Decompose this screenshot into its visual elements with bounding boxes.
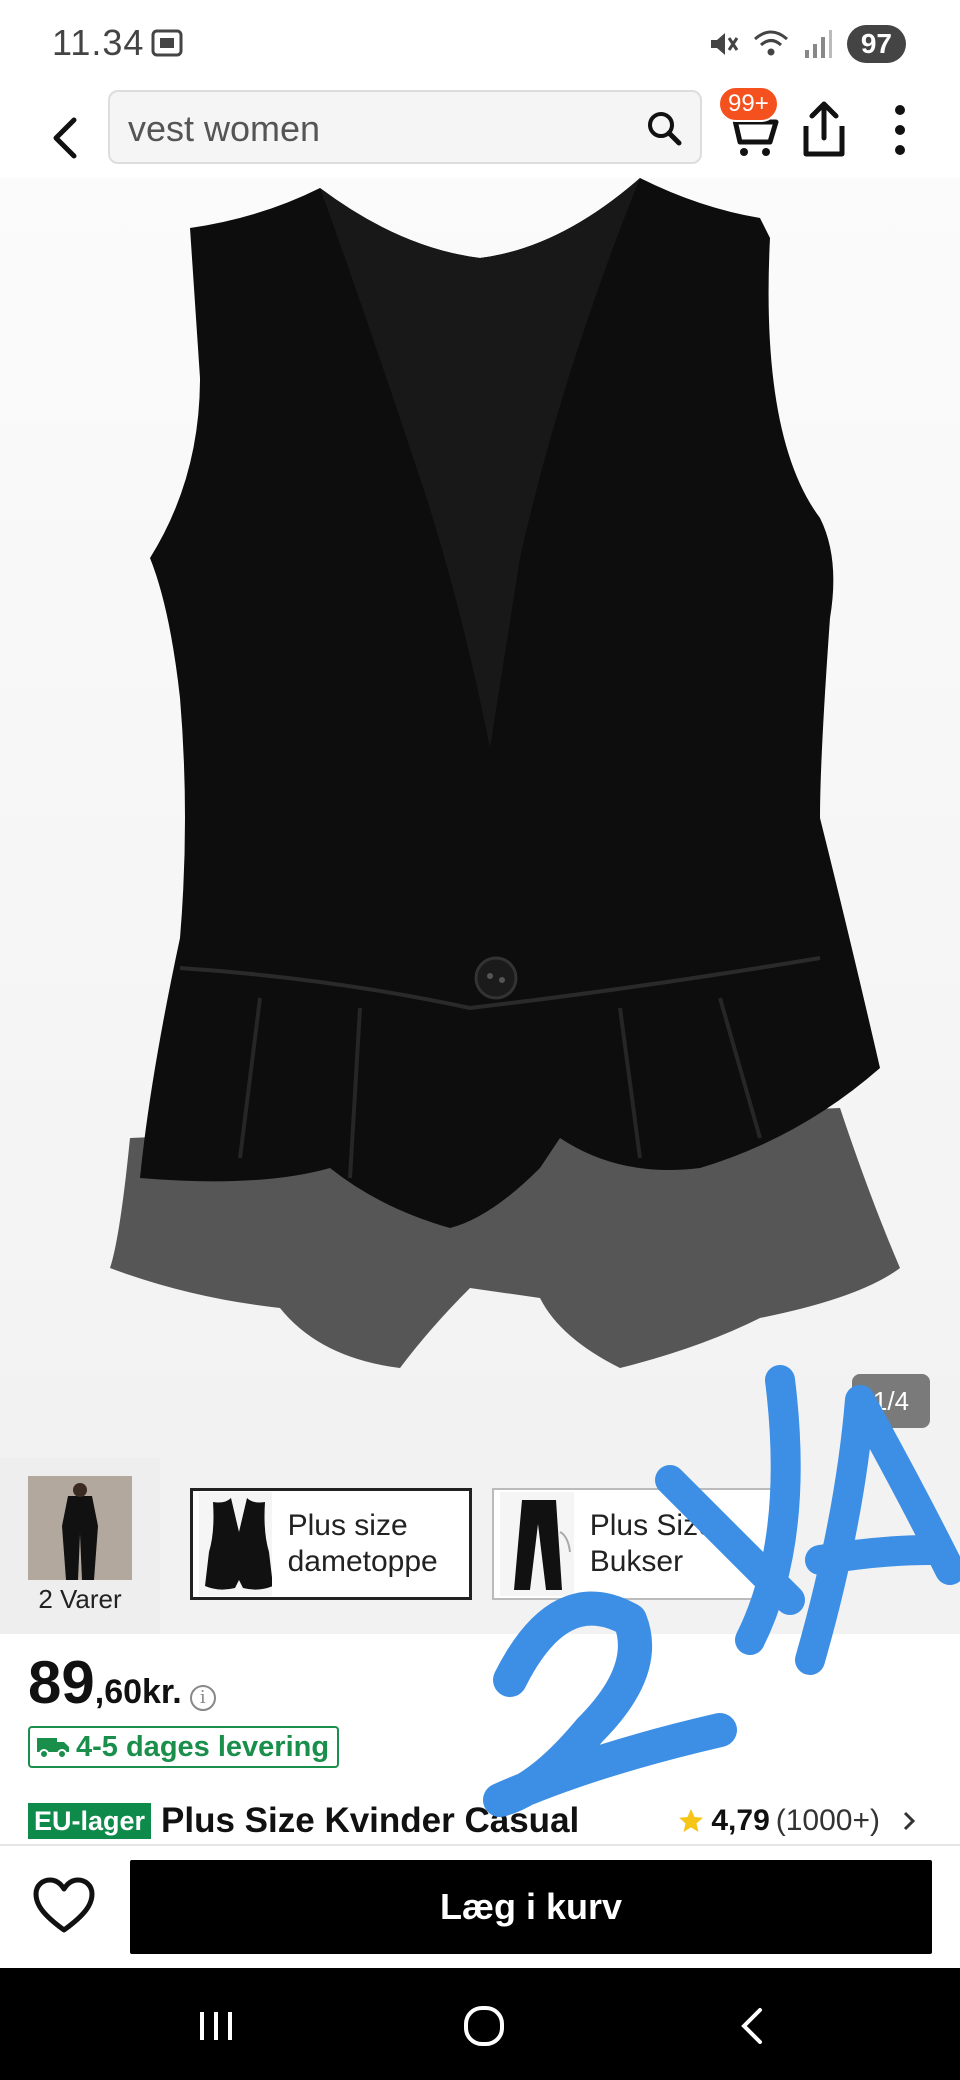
- heart-icon[interactable]: [32, 1876, 96, 1936]
- price: 89 ,60kr. i: [28, 1648, 216, 1717]
- price-info-icon[interactable]: i: [189, 1684, 216, 1711]
- rating[interactable]: 4,79 (1000+): [677, 1798, 920, 1844]
- delivery-badge: 4-5 dages levering: [28, 1726, 340, 1768]
- more-icon[interactable]: [880, 100, 920, 160]
- product-info: 89 ,60kr. i 4-5 dages levering EU-lager …: [0, 1634, 960, 1844]
- back-icon: [53, 117, 77, 159]
- price-decimal: ,60kr.: [94, 1673, 182, 1711]
- price-integer: 89: [28, 1649, 95, 1716]
- search-query: vest women: [128, 108, 321, 149]
- related-thumbnail: [500, 1492, 574, 1596]
- recent-apps-icon[interactable]: [186, 1996, 246, 2056]
- add-to-cart-button[interactable]: Læg i kurv: [130, 1860, 932, 1954]
- rating-count: (1000+): [775, 1804, 880, 1837]
- share-icon[interactable]: [796, 98, 852, 160]
- bundle-label: 2 Varer: [38, 1584, 122, 1614]
- cart-count-badge: 99+: [718, 86, 779, 122]
- status-time: 11.34: [52, 22, 145, 63]
- related-label: Plus size dametoppe: [287, 1509, 438, 1578]
- action-bar: Læg i kurv: [0, 1846, 960, 1968]
- status-bar: 11.34 97: [0, 0, 960, 88]
- product-image[interactable]: [0, 178, 960, 1458]
- related-card-tops[interactable]: Plus size dametoppe: [190, 1488, 472, 1600]
- search-input[interactable]: vest women: [108, 90, 702, 164]
- image-counter: 1/4: [852, 1374, 930, 1428]
- search-icon[interactable]: [644, 108, 684, 148]
- top-header: vest women 99+: [0, 86, 960, 188]
- star-icon: [679, 1809, 704, 1832]
- truck-icon: [37, 1738, 69, 1759]
- warehouse-tag: EU-lager: [28, 1803, 152, 1839]
- related-strip: 2 Varer Plus size dametoppe Plus Size Bu…: [0, 1458, 960, 1634]
- wifi-icon: [753, 30, 788, 56]
- battery-indicator: 97: [846, 25, 906, 63]
- delivery-text: 4-5 dages levering: [76, 1730, 330, 1763]
- back-button[interactable]: [34, 106, 98, 170]
- product-title: Plus Size Kvinder Casual: [161, 1801, 580, 1840]
- bundle-item[interactable]: 2 Varer: [0, 1458, 160, 1634]
- nav-back-icon[interactable]: [724, 1996, 784, 2056]
- bundle-thumbnail: [28, 1476, 132, 1580]
- chevron-right-icon: [903, 1811, 916, 1831]
- status-icons: 97: [707, 24, 906, 64]
- home-icon[interactable]: [454, 1996, 514, 2056]
- rating-score: 4,79: [711, 1804, 770, 1837]
- vest-illustration: [110, 178, 900, 1368]
- screenshot-icon: [151, 29, 183, 57]
- related-thumbnail: [199, 1492, 272, 1596]
- mute-icon: [710, 33, 739, 55]
- related-label: Plus Size Bukser: [589, 1509, 715, 1578]
- system-nav-bar: [0, 1968, 960, 2080]
- signal-icon: [804, 30, 832, 58]
- related-card-pants[interactable]: Plus Size Bukser: [492, 1488, 776, 1600]
